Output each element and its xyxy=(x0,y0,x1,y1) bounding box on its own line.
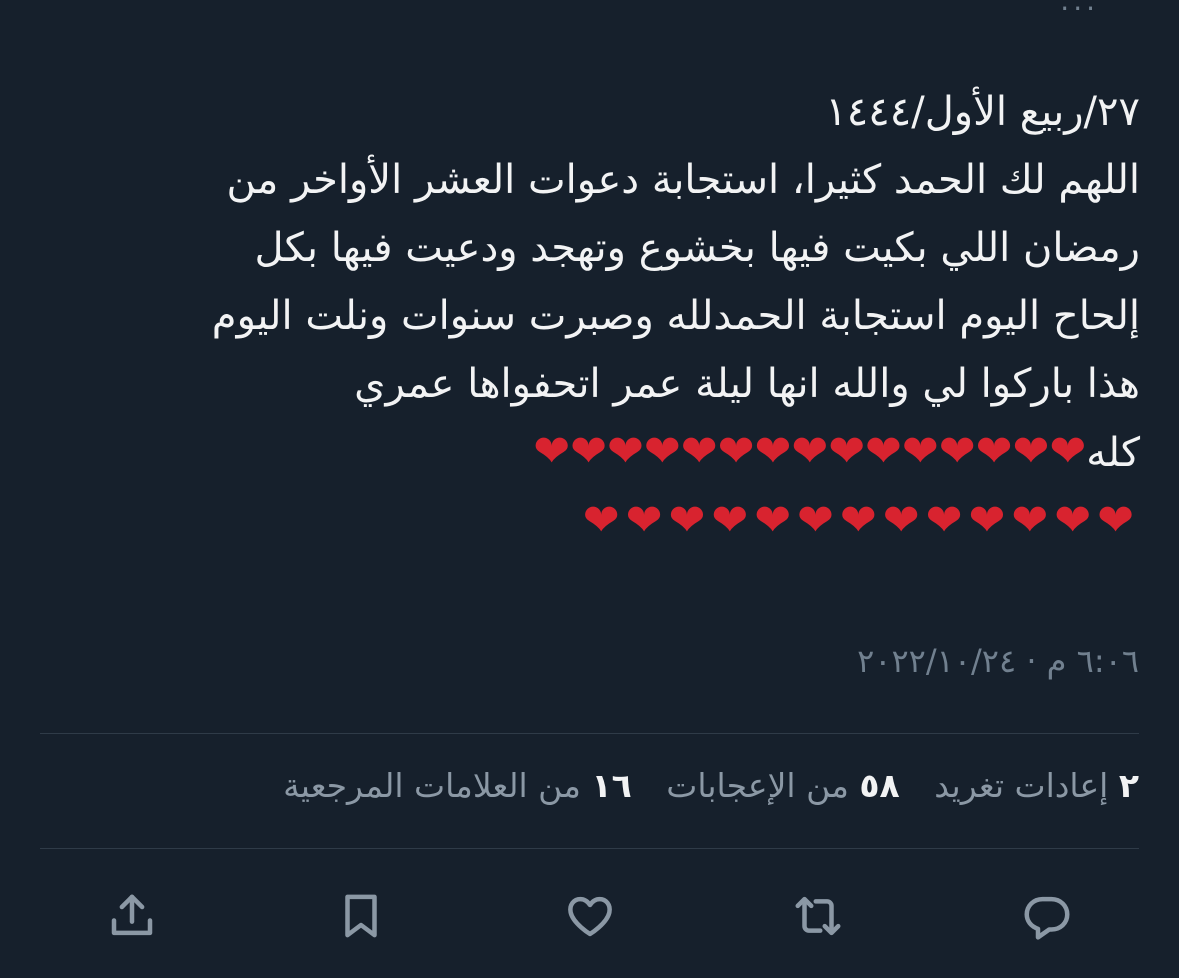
share-icon xyxy=(111,894,153,936)
engagement-stats: ٢ إعادات تغريد ٥٨ من الإعجابات ١٦ من الع… xyxy=(259,766,1139,805)
tweet-text-line: رمضان اللي بكيت فيها بخشوع وتهجد ودعيت ف… xyxy=(254,225,1140,271)
tweet-text-word: كله xyxy=(1086,430,1140,476)
tweet-text: ٢٧/ربيع الأول/١٤٤٤ اللهم لك الحمد كثيرا،… xyxy=(40,78,1140,555)
tweet-text-line: كله❤❤❤❤❤❤❤❤❤❤❤❤❤❤❤ xyxy=(40,418,1140,487)
tweet-text-line: هذا باركوا لي والله انها ليلة عمر اتحفوا… xyxy=(354,361,1140,407)
bookmarks-stat[interactable]: ١٦ من العلامات المرجعية xyxy=(283,766,632,805)
retweets-stat[interactable]: ٢ إعادات تغريد xyxy=(934,766,1139,805)
tweet-text-line: اللهم لك الحمد كثيرا، استجابة دعوات العش… xyxy=(226,157,1140,203)
bookmarks-count: ١٦ xyxy=(591,766,632,805)
more-options-icon[interactable]: ··· xyxy=(1060,0,1099,25)
retweet-button[interactable] xyxy=(786,884,850,948)
bookmarks-label: من العلامات المرجعية xyxy=(283,766,581,805)
tweet-timestamp[interactable]: ٦:٠٦ م · ٢٠٢٢/١٠/٢٤ xyxy=(857,642,1139,680)
tweet-date-line: ٢٧/ربيع الأول/١٤٤٤ xyxy=(825,89,1140,135)
hearts-emoji-row: ❤❤❤❤❤❤❤❤❤❤❤❤❤❤❤ xyxy=(533,426,1087,477)
reply-button[interactable] xyxy=(1015,884,1079,948)
bookmark-icon xyxy=(345,894,377,938)
reply-icon xyxy=(1024,896,1070,940)
tweet-text-line: إلحاح اليوم استجابة الحمدلله وصبرت سنوات… xyxy=(211,293,1140,339)
heart-icon xyxy=(567,896,612,937)
divider xyxy=(40,848,1139,849)
retweet-icon xyxy=(795,896,841,936)
hearts-emoji-row: ❤❤❤❤❤❤❤❤❤❤❤❤❤ xyxy=(582,495,1140,546)
bookmark-button[interactable] xyxy=(329,884,393,948)
share-button[interactable] xyxy=(100,884,164,948)
likes-count: ٥٨ xyxy=(859,766,900,805)
like-button[interactable] xyxy=(558,884,622,948)
likes-stat[interactable]: ٥٨ من الإعجابات xyxy=(666,766,899,805)
action-bar xyxy=(100,884,1079,948)
retweets-count: ٢ xyxy=(1118,766,1139,805)
tweet-body: ٢٧/ربيع الأول/١٤٤٤ اللهم لك الحمد كثيرا،… xyxy=(40,78,1140,555)
likes-label: من الإعجابات xyxy=(666,766,849,805)
divider xyxy=(40,733,1139,734)
retweets-label: إعادات تغريد xyxy=(934,766,1109,805)
